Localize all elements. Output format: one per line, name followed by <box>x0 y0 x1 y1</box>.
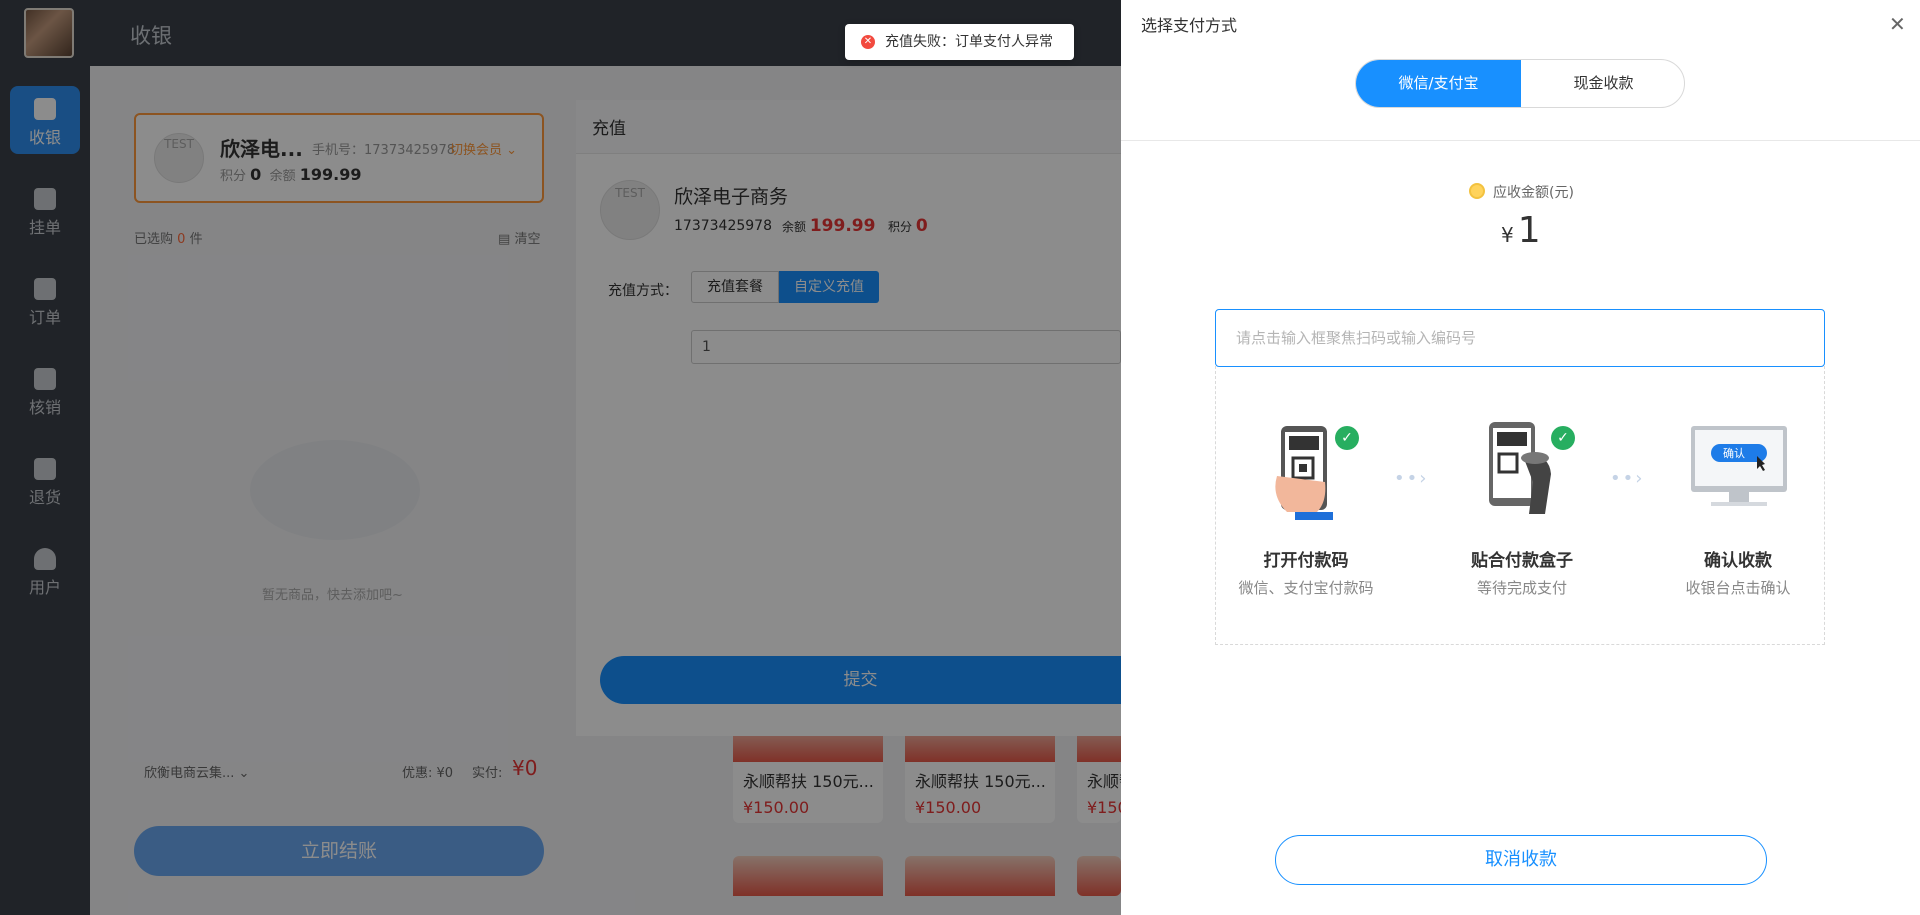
step-desc: 收银台点击确认 <box>1685 579 1791 597</box>
check-icon: ✓ <box>1335 426 1359 450</box>
tab-cash[interactable]: 现金收款 <box>1521 60 1684 107</box>
drawer-title: 选择支付方式 <box>1141 16 1238 35</box>
amount-label: 应收金额(元) <box>1493 185 1574 201</box>
step-title: 确认收款 <box>1704 551 1772 571</box>
check-icon: ✓ <box>1551 426 1575 450</box>
step-attach-box: ✓ 贴合付款盒子 等待完成支付 <box>1432 416 1612 598</box>
error-icon: ✕ <box>861 35 875 49</box>
confirm-badge: 确认 <box>1723 447 1745 460</box>
scan-code-input[interactable] <box>1215 309 1825 367</box>
recharge-dim <box>576 100 1121 736</box>
amount-due: ¥1 <box>1501 210 1541 251</box>
currency-symbol: ¥ <box>1501 223 1514 247</box>
coin-icon <box>1469 183 1485 199</box>
step-desc: 等待完成支付 <box>1476 579 1567 597</box>
step-title: 贴合付款盒子 <box>1471 551 1573 571</box>
tab-wechat-alipay[interactable]: 微信/支付宝 <box>1356 60 1521 107</box>
payment-drawer: 选择支付方式 ✕ 微信/支付宝 现金收款 应收金额(元) ¥1 ✓ <box>1121 0 1920 915</box>
amount-value: 1 <box>1517 210 1541 251</box>
payment-steps: ✓ 打开付款码 微信、支付宝付款码 ••› ✓ 贴合付款盒子 等待完成支付 ••… <box>1215 366 1825 645</box>
step-open-code: ✓ 打开付款码 微信、支付宝付款码 <box>1216 416 1396 598</box>
drawer-divider <box>1121 140 1920 141</box>
scanner-phone-icon: ✓ <box>1467 416 1577 526</box>
cancel-payment-button[interactable]: 取消收款 <box>1275 835 1767 885</box>
close-icon[interactable]: ✕ <box>1889 12 1906 36</box>
arrow-right-icon: ••› <box>1610 468 1645 489</box>
payment-tabs: 微信/支付宝 现金收款 <box>1355 59 1685 108</box>
step-confirm: 确认 确认收款 收银台点击确认 <box>1648 416 1828 598</box>
step-title: 打开付款码 <box>1263 551 1349 571</box>
monitor-confirm-icon: 确认 <box>1683 416 1793 526</box>
phone-qr-icon: ✓ <box>1251 416 1361 526</box>
toast-message: 充值失败：订单支付人异常 <box>885 34 1053 50</box>
arrow-right-icon: ••› <box>1394 468 1429 489</box>
error-toast: ✕ 充值失败：订单支付人异常 <box>845 24 1074 60</box>
step-desc: 微信、支付宝付款码 <box>1238 579 1374 597</box>
